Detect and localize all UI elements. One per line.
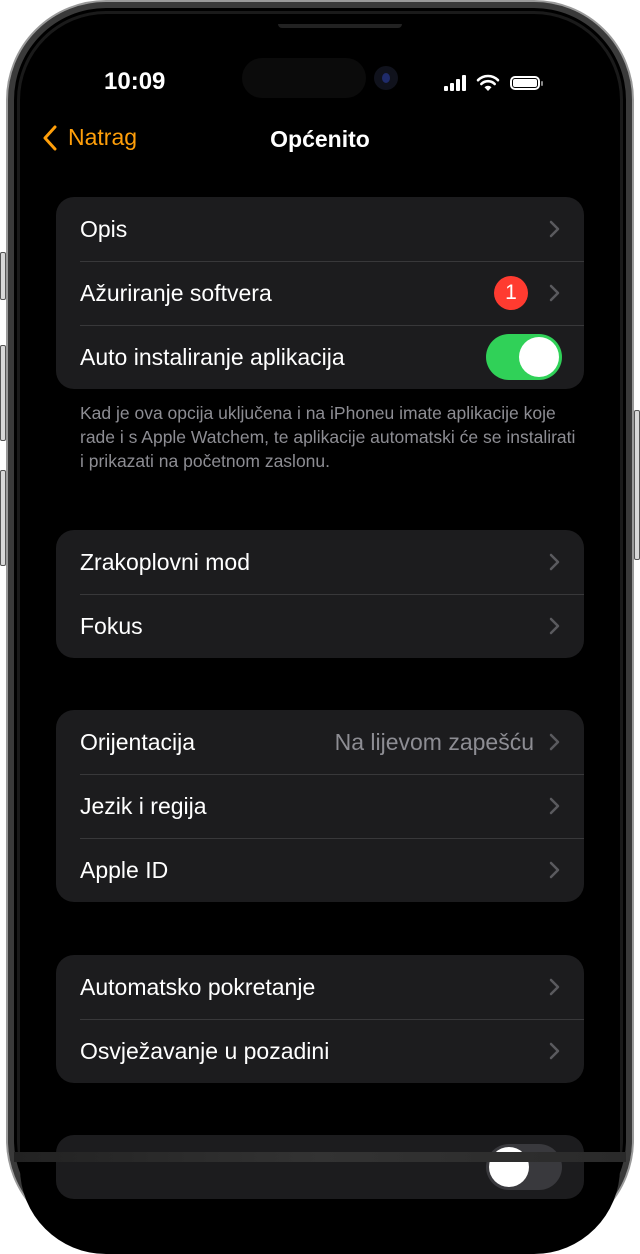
- chevron-right-icon: [549, 861, 560, 879]
- signal-icon: [444, 75, 466, 91]
- row-partial-toggle: [56, 1135, 584, 1199]
- row-orientation[interactable]: Orijentacija Na lijevom zapešću: [56, 710, 584, 774]
- settings-group-background: Automatsko pokretanje Osvježavanje u poz…: [56, 955, 584, 1083]
- dynamic-island: [242, 58, 366, 98]
- row-label: Osvježavanje u pozadini: [80, 1037, 330, 1064]
- row-label: Apple ID: [80, 856, 169, 883]
- row-background-refresh[interactable]: Osvježavanje u pozadini: [56, 1019, 584, 1083]
- chevron-right-icon: [549, 733, 560, 751]
- row-label: Orijentacija: [80, 728, 196, 755]
- status-time: 10:09: [104, 68, 166, 95]
- toggle-knob: [519, 337, 559, 377]
- row-label: Fokus: [80, 612, 143, 639]
- partial-toggle[interactable]: [486, 1144, 562, 1190]
- settings-group-partial: [56, 1135, 584, 1199]
- settings-group-general: Opis Ažuriranje softvera 1 Auto instalir…: [56, 197, 584, 389]
- notification-badge: 1: [494, 276, 528, 310]
- bottom-fade-bar: [14, 1152, 626, 1162]
- chevron-right-icon: [549, 553, 560, 571]
- orientation-value: Na lijevom zapešću: [334, 728, 534, 755]
- row-label: Zrakoplovni mod: [80, 548, 251, 575]
- row-label: Automatsko pokretanje: [80, 973, 316, 1000]
- auto-install-footnote: Kad je ova opcija uključena i na iPhoneu…: [80, 403, 576, 471]
- battery-icon: [510, 76, 543, 90]
- settings-group-modes: Zrakoplovni mod Fokus: [56, 530, 584, 658]
- status-icons: [444, 74, 543, 92]
- auto-install-toggle[interactable]: [486, 334, 562, 380]
- row-airplane-mode[interactable]: Zrakoplovni mod: [56, 530, 584, 594]
- chevron-right-icon: [549, 220, 560, 238]
- row-auto-install-apps: Auto instaliranje aplikacija: [56, 325, 584, 389]
- row-focus[interactable]: Fokus: [56, 594, 584, 658]
- chevron-right-icon: [549, 617, 560, 635]
- chevron-right-icon: [549, 284, 560, 302]
- chevron-right-icon: [549, 1042, 560, 1060]
- row-software-update[interactable]: Ažuriranje softvera 1: [56, 261, 584, 325]
- chevron-right-icon: [549, 978, 560, 996]
- nav-bar: Natrag Općenito: [20, 124, 620, 164]
- settings-group-device: Orijentacija Na lijevom zapešću Jezik i …: [56, 710, 584, 902]
- row-label: Auto instaliranje aplikacija: [80, 343, 345, 370]
- row-label: Opis: [80, 215, 128, 242]
- side-button[interactable]: [634, 410, 640, 560]
- row-label: Ažuriranje softvera: [80, 279, 272, 306]
- screen: 10:09 Natrag Općenito Opis Ažuriranje so…: [20, 14, 620, 1254]
- row-opis[interactable]: Opis: [56, 197, 584, 261]
- speaker-bar: [278, 24, 402, 28]
- chevron-right-icon: [549, 797, 560, 815]
- row-language-region[interactable]: Jezik i regija: [56, 774, 584, 838]
- page-title: Općenito: [270, 126, 370, 152]
- wifi-icon: [476, 74, 500, 91]
- row-apple-id[interactable]: Apple ID: [56, 838, 584, 902]
- row-auto-launch[interactable]: Automatsko pokretanje: [56, 955, 584, 1019]
- row-label: Jezik i regija: [80, 792, 207, 819]
- camera-icon: [374, 66, 398, 90]
